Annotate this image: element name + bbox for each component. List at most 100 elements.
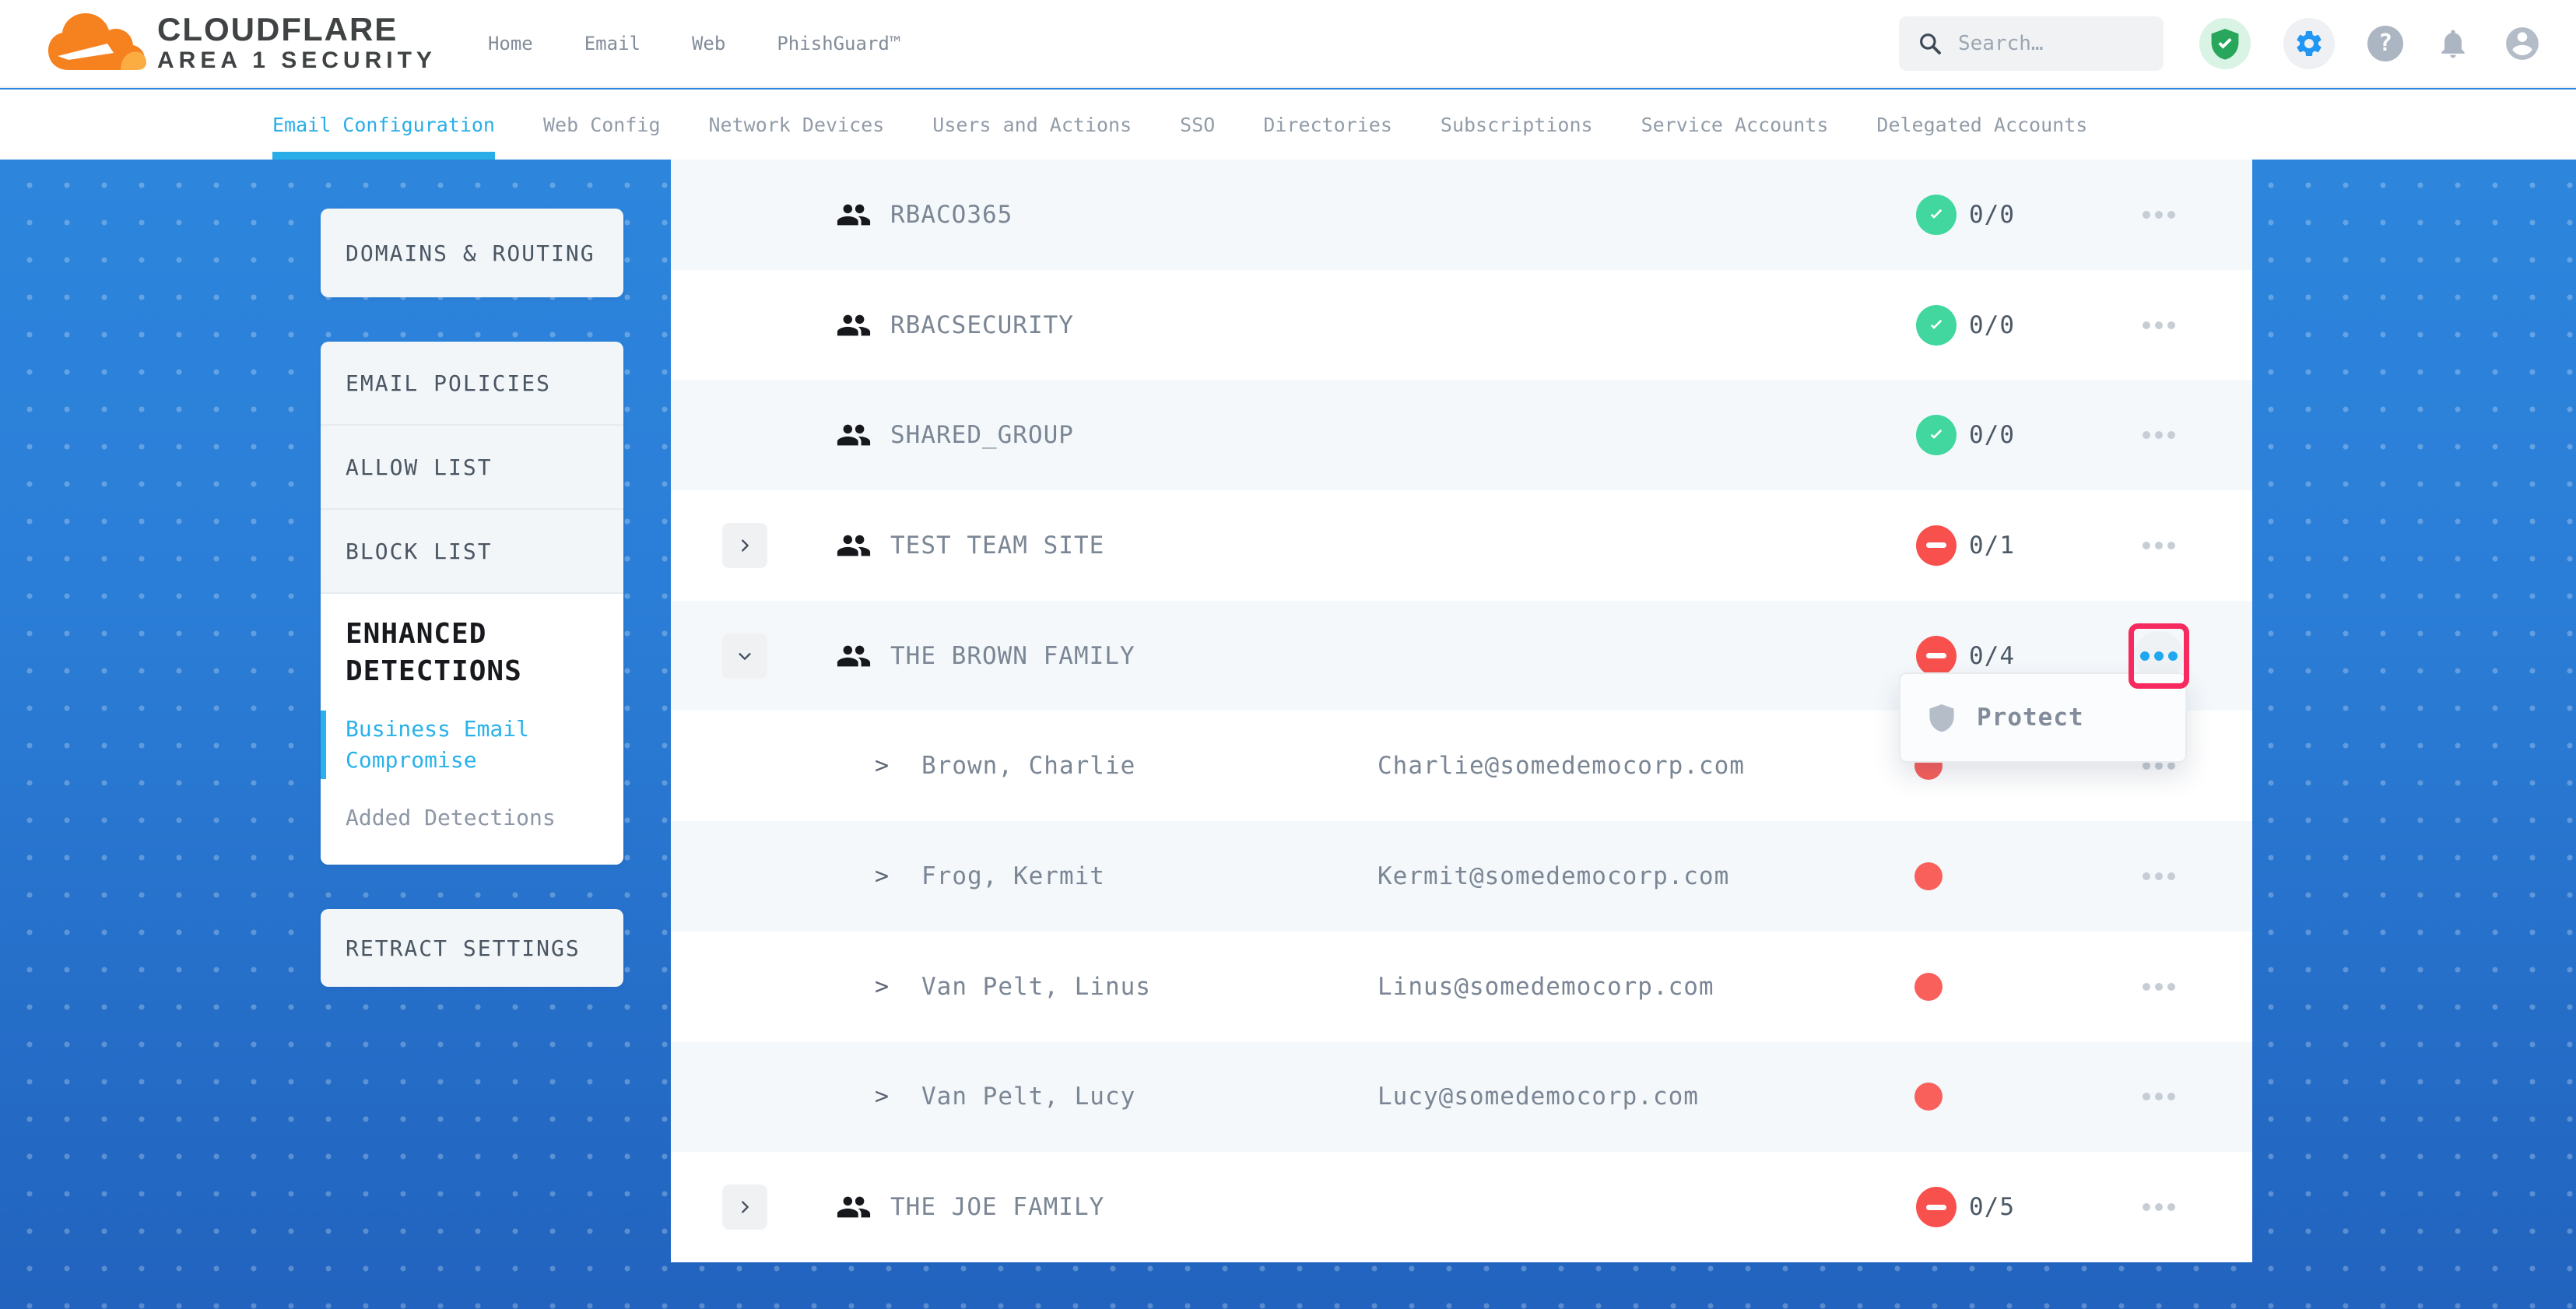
member-email: Charlie@somedemocorp.com (1377, 752, 1745, 780)
expand-row-button[interactable] (722, 1184, 767, 1230)
protected-count: 0/0 (1969, 421, 2015, 449)
sidebar-item-added-detections[interactable]: Added Detections (321, 799, 623, 837)
row-actions-button[interactable] (2143, 1203, 2175, 1211)
minus-icon (1926, 1205, 1946, 1210)
table-row[interactable]: THE JOE FAMILY 0/5 (671, 1152, 2252, 1262)
protection-status-button[interactable] (2199, 18, 2251, 69)
row-actions-button[interactable] (2143, 542, 2175, 549)
sidebar-item-block-list[interactable]: BLOCK LIST (321, 510, 623, 594)
group-name: RBACO365 (890, 201, 1013, 229)
user-avatar-icon[interactable] (2503, 24, 2542, 63)
protected-count: 0/1 (1969, 532, 2015, 560)
protect-shield-icon (1928, 702, 1955, 733)
sidebar-item-email-policies[interactable]: EMAIL POLICIES (321, 342, 623, 426)
status-badge-unprotected (1916, 1187, 1957, 1227)
email-policies-label: EMAIL POLICIES (346, 370, 551, 396)
row-actions-button[interactable] (2143, 1093, 2175, 1100)
sidebar-domains-routing[interactable]: DOMAINS & ROUTING (321, 209, 623, 297)
member-chevron-icon[interactable]: > (875, 973, 889, 1000)
row-actions-button[interactable] (2143, 321, 2175, 329)
member-chevron-icon[interactable]: > (875, 753, 889, 780)
tab-subscriptions[interactable]: Subscriptions (1441, 89, 1593, 160)
cloudflare-cloud-icon (45, 11, 148, 76)
sidebar-section-enhanced-detections: ENHANCED DETECTIONS Business Email Compr… (321, 594, 623, 865)
header-icons: ? (2199, 18, 2542, 69)
group-name: RBACSECURITY (890, 311, 1074, 339)
group-icon (836, 638, 872, 674)
settings-button[interactable] (2283, 18, 2335, 69)
group-icon (836, 1189, 872, 1225)
table-row-member[interactable]: > Van Pelt, Lucy Lucy@somedemocorp.com (671, 1042, 2252, 1153)
member-email: Kermit@somedemocorp.com (1377, 862, 1729, 890)
expand-row-button[interactable] (722, 523, 767, 568)
help-button[interactable]: ? (2367, 26, 2403, 61)
nav-phishguard[interactable]: PhishGuard™ (777, 33, 900, 54)
tab-users-and-actions[interactable]: Users and Actions (932, 89, 1132, 160)
row-actions-button[interactable] (2143, 872, 2175, 880)
cloudflare-logo[interactable]: CLOUDFLARE AREA 1 SECURITY (45, 11, 437, 76)
search-box[interactable] (1899, 16, 2164, 71)
brand-name: CLOUDFLARE (157, 12, 437, 47)
protected-count: 0/5 (1969, 1193, 2015, 1221)
retract-settings-label: RETRACT SETTINGS (321, 935, 581, 961)
menu-item-protect[interactable]: Protect (1977, 704, 2084, 732)
chevron-down-icon (736, 647, 753, 665)
sidebar-retract-settings[interactable]: RETRACT SETTINGS (321, 909, 623, 987)
minus-icon (1926, 653, 1946, 658)
tab-network-devices[interactable]: Network Devices (709, 89, 885, 160)
tab-email-configuration[interactable]: Email Configuration (272, 89, 495, 160)
protected-count: 0/0 (1969, 201, 2015, 229)
groups-table: RBACO365 0/0 RBACSECURITY 0/0 SHARED_GRO… (671, 160, 2252, 1262)
domains-routing-label: DOMAINS & ROUTING (321, 240, 595, 266)
check-icon (1925, 424, 1947, 446)
highlight-annotation-box (2129, 623, 2189, 689)
group-icon (836, 307, 872, 343)
row-actions-button[interactable] (2143, 983, 2175, 991)
member-name: Van Pelt, Lucy (921, 1083, 1135, 1111)
tab-web-config[interactable]: Web Config (543, 89, 661, 160)
status-badge-protected (1916, 195, 1957, 235)
gear-icon (2293, 28, 2325, 59)
table-row-member[interactable]: > Van Pelt, Linus Linus@somedemocorp.com (671, 932, 2252, 1042)
search-input[interactable] (1957, 31, 2143, 56)
nav-home[interactable]: Home (488, 33, 533, 54)
table-row[interactable]: TEST TEAM SITE 0/1 (671, 490, 2252, 601)
top-nav: Home Email Web PhishGuard™ (488, 33, 900, 54)
group-name: THE BROWN FAMILY (890, 642, 1135, 670)
group-icon (836, 197, 872, 233)
sidebar-item-allow-list[interactable]: ALLOW LIST (321, 426, 623, 510)
member-name: Frog, Kermit (921, 862, 1105, 890)
nav-web[interactable]: Web (692, 33, 725, 54)
protected-count: 0/0 (1969, 311, 2015, 339)
row-actions-button[interactable] (2143, 762, 2175, 770)
group-icon (836, 528, 872, 563)
collapse-row-button[interactable] (722, 633, 767, 679)
tab-directories[interactable]: Directories (1263, 89, 1392, 160)
sidebar-item-business-email-compromise[interactable]: Business Email Compromise (321, 711, 623, 779)
protected-count: 0/4 (1969, 642, 2015, 670)
chevron-right-icon (736, 537, 753, 554)
group-name: TEST TEAM SITE (890, 532, 1104, 560)
member-chevron-icon[interactable]: > (875, 1083, 889, 1111)
row-actions-button[interactable] (2143, 431, 2175, 439)
table-row[interactable]: SHARED_GROUP 0/0 (671, 380, 2252, 490)
table-row[interactable]: RBACO365 0/0 (671, 160, 2252, 270)
brand-subtitle: AREA 1 SECURITY (157, 47, 437, 75)
chevron-right-icon (736, 1198, 753, 1216)
status-badge-unprotected (1916, 636, 1957, 676)
tab-service-accounts[interactable]: Service Accounts (1641, 89, 1829, 160)
member-name: Van Pelt, Linus (921, 973, 1151, 1001)
tab-sso[interactable]: SSO (1180, 89, 1215, 160)
row-actions-button[interactable] (2143, 211, 2175, 219)
member-chevron-icon[interactable]: > (875, 862, 889, 890)
check-icon (1925, 204, 1947, 226)
app-header: CLOUDFLARE AREA 1 SECURITY Home Email We… (0, 0, 2576, 88)
table-row[interactable]: RBACSECURITY 0/0 (671, 270, 2252, 381)
notifications-bell-icon[interactable] (2436, 26, 2470, 61)
enhanced-detections-heading[interactable]: ENHANCED DETECTIONS (321, 616, 623, 690)
nav-email[interactable]: Email (584, 33, 640, 54)
status-badge-protected (1916, 415, 1957, 455)
status-dot-unprotected (1914, 1083, 1943, 1111)
tab-delegated-accounts[interactable]: Delegated Accounts (1876, 89, 2087, 160)
table-row-member[interactable]: > Frog, Kermit Kermit@somedemocorp.com (671, 821, 2252, 932)
